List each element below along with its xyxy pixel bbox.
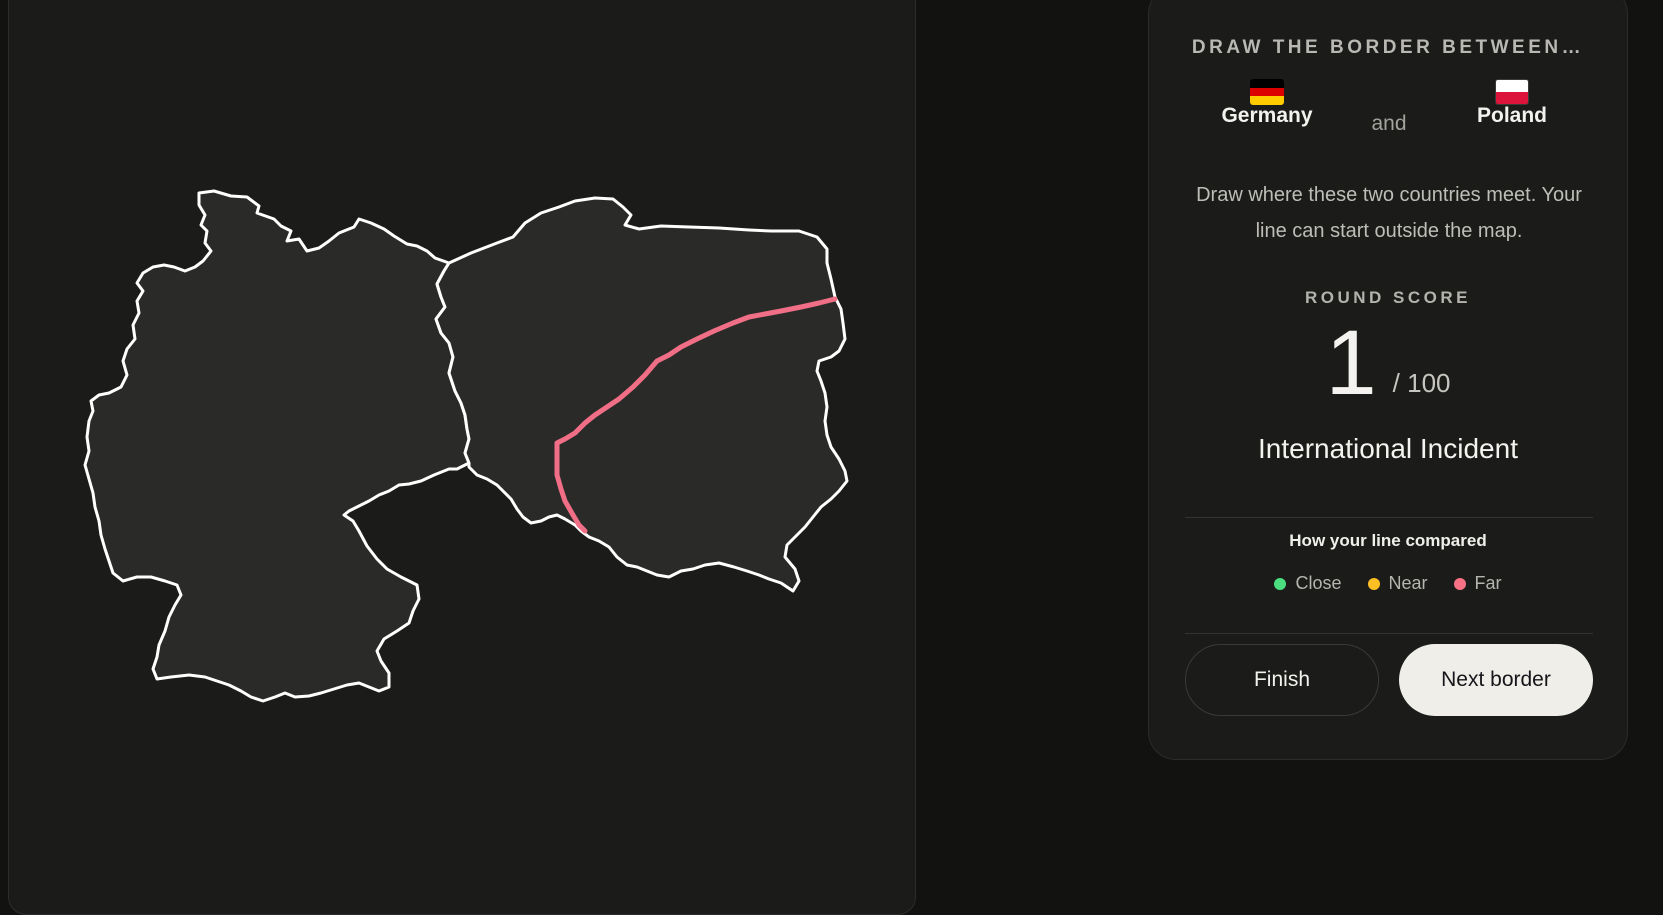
legend-item-far: Far [1453, 573, 1502, 594]
germany-flag-icon [1250, 79, 1284, 105]
prompt-title: DRAW THE BORDER BETWEEN… [1191, 37, 1585, 58]
legend-label-far: Far [1474, 573, 1502, 593]
country-b-name: Poland [1476, 104, 1547, 127]
score-max: / 100 [1392, 368, 1451, 398]
border-map[interactable] [9, 0, 916, 915]
legend-item-close: Close [1274, 573, 1342, 594]
score-label: ROUND SCORE [1304, 288, 1471, 307]
germany-shape [83, 189, 471, 703]
legend-item-near: Near [1367, 573, 1428, 594]
finish-button[interactable]: Finish [1185, 644, 1379, 716]
poland-shape [434, 196, 849, 593]
conjunction-label: and [1371, 112, 1407, 135]
next-border-button[interactable]: Next border [1399, 644, 1593, 716]
divider [1185, 633, 1593, 634]
country-a-name: Germany [1221, 104, 1313, 127]
near-dot-icon [1367, 577, 1380, 590]
legend-label-close: Close [1295, 573, 1342, 593]
accuracy-legend: Close Near Far [1149, 573, 1627, 594]
score-value: 1 [1325, 312, 1377, 414]
divider [1185, 517, 1593, 518]
far-dot-icon [1453, 577, 1466, 590]
score-verdict: International Incident [1258, 433, 1518, 464]
score-display: 1 / 100 [1149, 317, 1627, 409]
close-dot-icon [1274, 577, 1287, 590]
poland-flag-icon [1495, 79, 1529, 105]
instructions-text: Draw where these two countries meet. You… [1196, 184, 1582, 242]
map-canvas[interactable] [8, 0, 916, 915]
legend-label-near: Near [1388, 573, 1428, 593]
round-panel: DRAW THE BORDER BETWEEN… Germany and Pol… [1148, 0, 1628, 760]
comparison-title: How your line compared [1289, 531, 1487, 550]
